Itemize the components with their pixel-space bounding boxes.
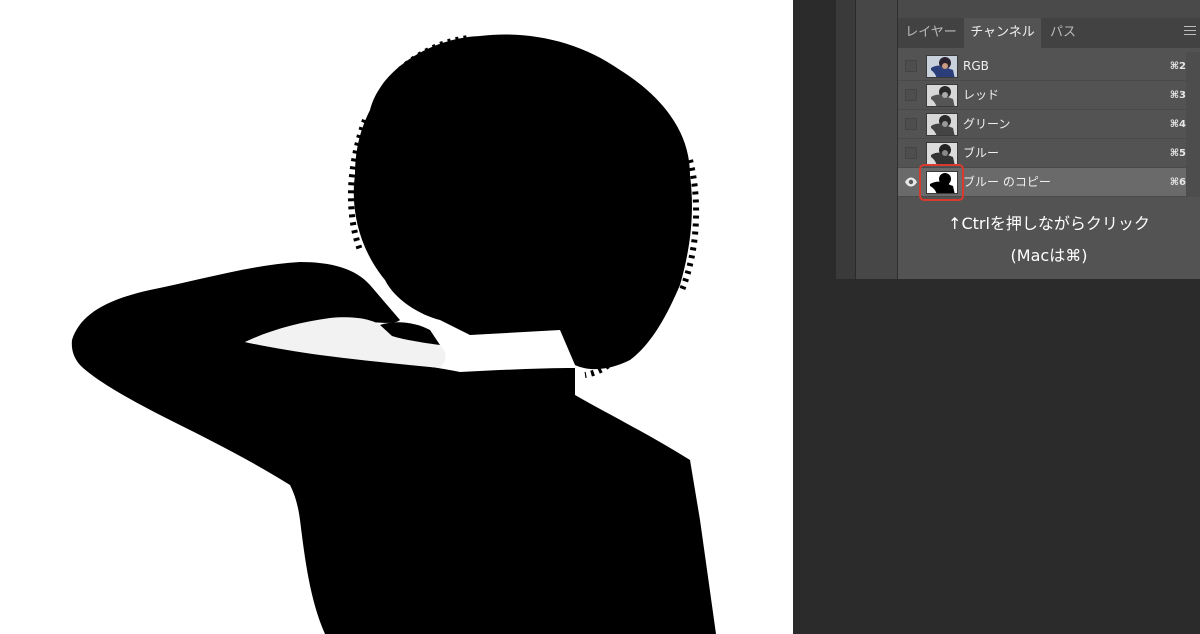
channel-name: RGB — [963, 59, 989, 73]
tab-paths[interactable]: パス — [1041, 18, 1085, 48]
channel-name: ブルー のコピー — [963, 175, 1051, 189]
channel-shortcut: ⌘6 — [1169, 177, 1186, 188]
channel-name: ブルー — [963, 146, 1000, 160]
panel-dock-column — [856, 0, 898, 279]
visibility-toggle[interactable] — [905, 118, 917, 130]
channel-thumbnail — [926, 55, 958, 78]
visibility-toggle[interactable] — [905, 89, 917, 101]
tab-layers[interactable]: レイヤー — [898, 18, 964, 48]
channel-name: グリーン — [963, 117, 1011, 131]
channel-thumbnail — [926, 84, 958, 107]
tab-channels[interactable]: チャンネル — [964, 18, 1041, 48]
channel-row-red[interactable]: レッド ⌘3 — [898, 81, 1200, 110]
visibility-toggle[interactable] — [905, 60, 917, 72]
channel-thumbnail — [926, 113, 958, 136]
channel-row-rgb[interactable]: RGB ⌘2 — [898, 52, 1200, 81]
silhouette-mask-image — [71, 34, 717, 634]
panel-tab-bar: レイヤー チャンネル パス — [898, 18, 1200, 48]
channels-panel: レイヤー チャンネル パス RGB ⌘2 レッド ⌘3 グリーン ⌘4 ブルー … — [898, 0, 1200, 279]
channel-shortcut: ⌘5 — [1169, 148, 1186, 159]
channel-row-green[interactable]: グリーン ⌘4 — [898, 110, 1200, 139]
channel-shortcut: ⌘3 — [1169, 90, 1186, 101]
panel-header-bar — [898, 0, 1200, 18]
channel-name: レッド — [963, 88, 1000, 102]
instruction-text: ↑Ctrlを押しながらクリック — [948, 214, 1150, 233]
visibility-toggle[interactable] — [905, 147, 917, 159]
app-window: レイヤー チャンネル パス RGB ⌘2 レッド ⌘3 グリーン ⌘4 ブルー … — [0, 0, 1200, 634]
instruction-subtext: (Macは⌘) — [1010, 246, 1088, 265]
document-canvas[interactable] — [0, 0, 793, 634]
channel-thumbnail — [926, 142, 958, 165]
channel-shortcut: ⌘4 — [1169, 119, 1186, 130]
thumbnail-highlight-box — [919, 164, 964, 201]
panel-scrollbar[interactable] — [1186, 52, 1200, 197]
panel-dock-edge — [836, 0, 856, 279]
channel-shortcut: ⌘2 — [1169, 61, 1186, 72]
hamburger-menu-icon[interactable] — [1184, 26, 1196, 40]
eye-icon[interactable] — [905, 176, 917, 188]
